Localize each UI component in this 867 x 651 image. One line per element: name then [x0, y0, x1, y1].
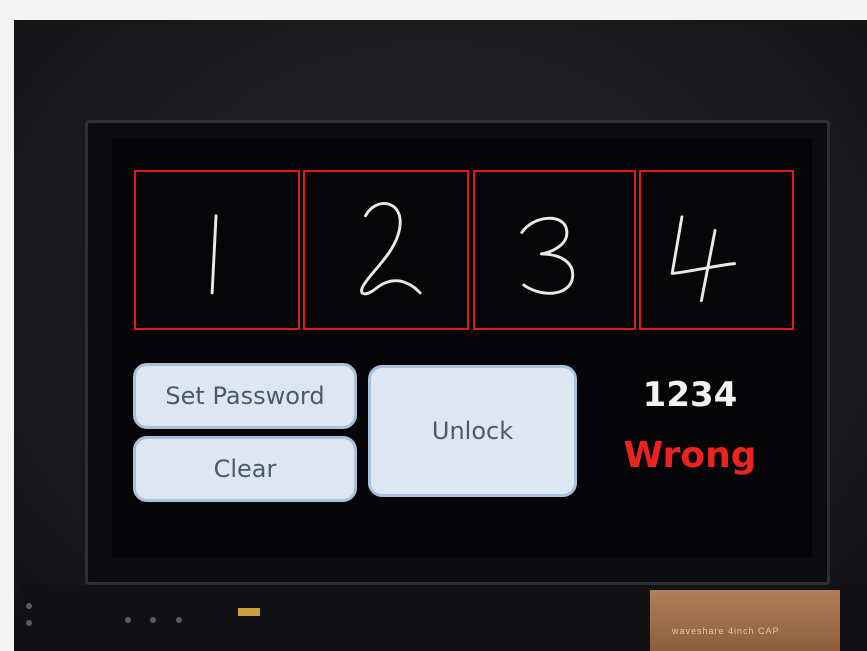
board-component: [176, 617, 182, 623]
photo-background: Set Password Clear Unlock 1234 Wrong wav…: [0, 0, 867, 651]
handwritten-digit-3: [520, 216, 575, 295]
ribbon-cable: waveshare 4inch CAP: [650, 590, 840, 651]
background-wall-left: [0, 0, 14, 651]
handwritten-digit-2: [360, 202, 422, 296]
digit-box-1[interactable]: [134, 170, 300, 330]
handwritten-digit-4: [670, 215, 736, 303]
board-connector: [238, 608, 260, 616]
clear-button[interactable]: Clear: [133, 436, 357, 502]
board-component: [26, 620, 32, 626]
handwritten-digit-1: [210, 214, 218, 295]
entered-code: 1234: [642, 375, 738, 415]
digit-box-2[interactable]: [303, 170, 469, 330]
device-label: waveshare 4inch CAP: [672, 626, 780, 636]
board-component: [125, 617, 131, 623]
unlock-status: Wrong: [623, 435, 757, 476]
set-password-button[interactable]: Set Password: [133, 363, 357, 429]
board-component: [150, 617, 156, 623]
board-component: [26, 603, 32, 609]
unlock-button[interactable]: Unlock: [368, 365, 577, 497]
digit-box-4[interactable]: [639, 170, 794, 330]
digit-box-3[interactable]: [473, 170, 636, 330]
background-wall: [0, 0, 867, 20]
